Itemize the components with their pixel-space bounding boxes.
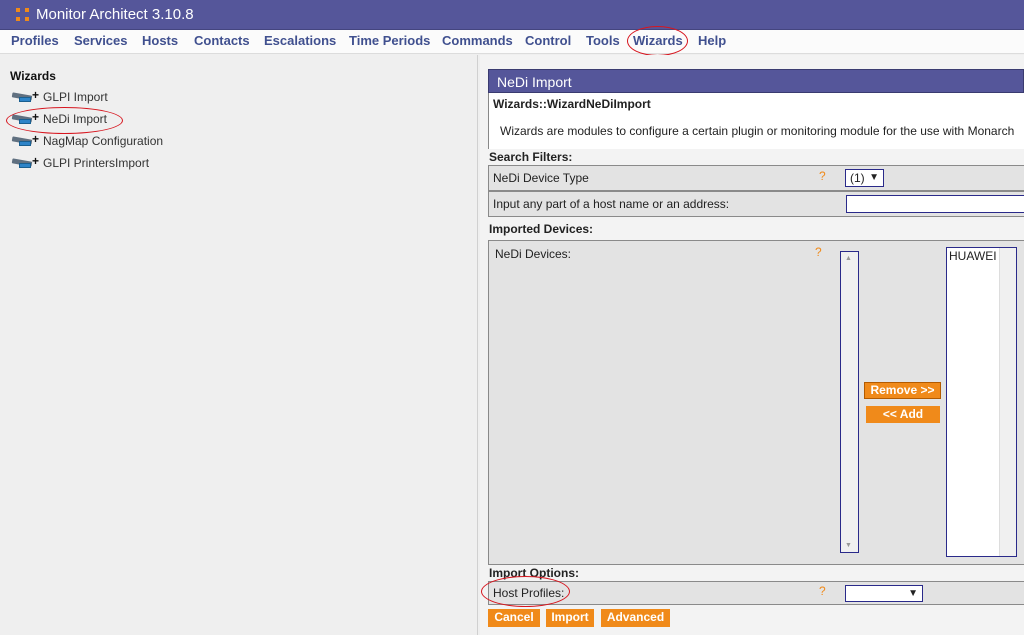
menu-hosts[interactable]: Hosts: [142, 33, 178, 48]
sidebar-item-label: NagMap Configuration: [43, 134, 164, 148]
sidebar-item-nagmap-configuration[interactable]: + NagMap Configuration: [10, 132, 164, 149]
wizard-sidebar: Wizards + GLPI Import + NeDi Import + Na…: [0, 55, 478, 635]
sidebar-item-label: GLPI PrintersImport: [43, 156, 150, 170]
scroll-up-icon[interactable]: ▲: [845, 255, 852, 262]
help-icon[interactable]: ?: [819, 169, 826, 183]
app-title: Monitor Architect 3.10.8: [36, 6, 194, 23]
available-devices-list[interactable]: ▲ ▼: [840, 251, 859, 553]
scrollbar[interactable]: ▲ ▼: [841, 252, 858, 552]
device-type-row: NeDi Device Type ? (1) ▼: [488, 165, 1024, 191]
menu-escalations[interactable]: Escalations: [264, 33, 336, 48]
wizard-class-name: Wizards::WizardNeDiImport: [493, 97, 651, 111]
app-logo-icon: [16, 8, 29, 21]
wizard-description: Wizards are modules to configure a certa…: [500, 124, 1015, 138]
selected-devices-list[interactable]: HUAWEI: [946, 247, 1017, 557]
host-profiles-row: Host Profiles: ? ▼: [488, 581, 1024, 605]
main-menu: Profiles Services Hosts Contacts Escalat…: [0, 26, 1024, 56]
wizard-wand-icon: +: [10, 110, 41, 125]
list-item[interactable]: HUAWEI: [949, 249, 999, 263]
host-profiles-select[interactable]: ▼: [845, 585, 923, 602]
wizard-wand-icon: +: [10, 88, 41, 103]
menu-wizards[interactable]: Wizards: [633, 33, 683, 48]
device-type-select[interactable]: (1) ▼: [845, 169, 884, 187]
menu-help[interactable]: Help: [698, 33, 726, 48]
sidebar-item-label: GLPI Import: [43, 90, 108, 104]
device-type-value: (1): [850, 171, 865, 185]
sidebar-title: Wizards: [10, 69, 56, 83]
imported-devices-label: Imported Devices:: [489, 222, 594, 236]
scroll-down-icon[interactable]: ▼: [845, 542, 852, 549]
remove-button[interactable]: Remove >>: [864, 382, 941, 399]
sidebar-item-nedi-import[interactable]: + NeDi Import: [10, 110, 108, 127]
cancel-button[interactable]: Cancel: [488, 609, 540, 627]
menu-tools[interactable]: Tools: [586, 33, 620, 48]
wizard-wand-icon: +: [10, 132, 41, 147]
help-icon[interactable]: ?: [815, 245, 822, 259]
help-icon[interactable]: ?: [819, 584, 826, 598]
menu-control[interactable]: Control: [525, 33, 571, 48]
host-search-input[interactable]: [846, 195, 1024, 213]
title-bar: Monitor Architect 3.10.8: [0, 0, 1024, 30]
nedi-devices-label: NeDi Devices:: [495, 247, 572, 261]
menu-services[interactable]: Services: [74, 33, 128, 48]
device-type-label: NeDi Device Type: [493, 171, 589, 185]
import-options-label: Import Options:: [489, 566, 579, 580]
panel-subheader: Wizards::WizardNeDiImport Wizards are mo…: [488, 93, 1024, 149]
host-profiles-label: Host Profiles:: [493, 586, 565, 600]
sidebar-item-glpi-printers-import[interactable]: + GLPI PrintersImport: [10, 154, 150, 171]
search-filters-label: Search Filters:: [489, 150, 573, 164]
advanced-button[interactable]: Advanced: [601, 609, 670, 627]
import-button[interactable]: Import: [546, 609, 594, 627]
sidebar-item-label: NeDi Import: [43, 112, 108, 126]
wizard-wand-icon: +: [10, 154, 41, 169]
sidebar-item-glpi-import[interactable]: + GLPI Import: [10, 88, 108, 105]
nedi-import-panel: NeDi Import Wizards::WizardNeDiImport Wi…: [481, 69, 1024, 635]
host-input-label: Input any part of a host name or an addr…: [493, 197, 730, 211]
devices-box: NeDi Devices: ? ▲ ▼ Remove >> << Add HUA…: [488, 240, 1024, 565]
chevron-down-icon: ▼: [869, 172, 879, 183]
add-button[interactable]: << Add: [866, 406, 940, 423]
host-input-row: Input any part of a host name or an addr…: [488, 191, 1024, 217]
menu-contacts[interactable]: Contacts: [194, 33, 250, 48]
chevron-down-icon: ▼: [908, 588, 918, 599]
scrollbar[interactable]: [999, 248, 1016, 556]
panel-header: NeDi Import: [488, 69, 1024, 93]
menu-commands[interactable]: Commands: [442, 33, 513, 48]
menu-profiles[interactable]: Profiles: [11, 33, 59, 48]
menu-time-periods[interactable]: Time Periods: [349, 33, 430, 48]
